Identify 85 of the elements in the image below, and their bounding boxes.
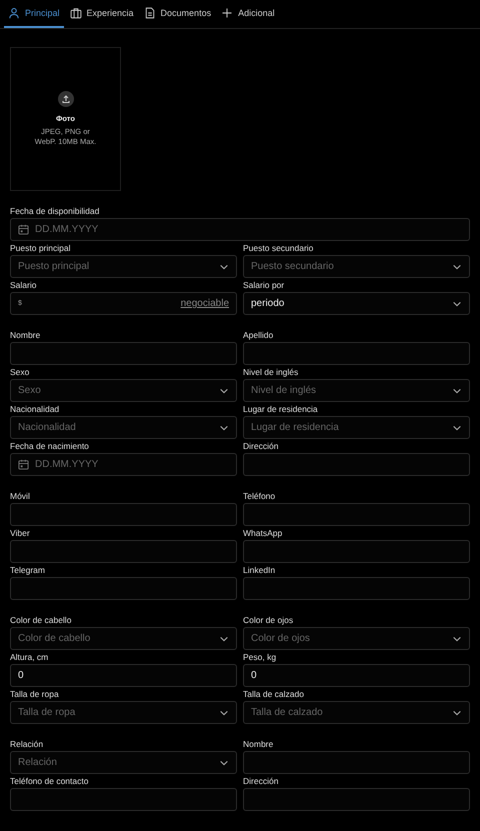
field-label: LinkedIn bbox=[243, 564, 276, 577]
field-label: Dirección bbox=[243, 440, 280, 453]
input-field[interactable] bbox=[243, 540, 470, 563]
field-label: Nacionalidad bbox=[10, 403, 60, 416]
field-label: WhatsApp bbox=[243, 527, 284, 540]
field-label: Viber bbox=[10, 527, 31, 540]
field-label: Nivel de inglés bbox=[243, 366, 300, 379]
field-label: Teléfono bbox=[243, 490, 276, 503]
tab[interactable]: Documentos bbox=[140, 0, 216, 28]
placeholder: Talla de ropa bbox=[18, 707, 76, 718]
select-field[interactable]: Relación bbox=[10, 751, 237, 774]
briefcase-icon bbox=[70, 7, 82, 19]
select-field[interactable]: Nacionalidad bbox=[10, 416, 237, 439]
input-field[interactable] bbox=[243, 751, 470, 774]
field-label: Peso, kg bbox=[243, 651, 278, 664]
field-label: Puesto principal bbox=[10, 242, 72, 255]
field-label: Color de ojos bbox=[243, 614, 294, 627]
select-field[interactable]: Color de ojos bbox=[243, 627, 470, 650]
select-field[interactable]: Nivel de inglés bbox=[243, 379, 470, 402]
field-label: Sexo bbox=[10, 366, 30, 379]
placeholder: Puesto principal bbox=[18, 261, 90, 272]
select-field[interactable]: Talla de ropa bbox=[10, 701, 237, 724]
placeholder: Color de ojos bbox=[251, 633, 311, 644]
select-field[interactable]: Color de cabello bbox=[10, 627, 237, 650]
input-field[interactable] bbox=[243, 577, 470, 600]
field-label: Telegram bbox=[10, 564, 46, 577]
document-icon bbox=[144, 7, 156, 19]
input-field[interactable] bbox=[10, 503, 237, 526]
field-value: periodo bbox=[251, 298, 286, 309]
select-field[interactable]: Lugar de residencia bbox=[243, 416, 470, 439]
field-label: Salario bbox=[10, 279, 38, 292]
field-label: Dirección bbox=[243, 775, 280, 788]
select-field[interactable]: periodo bbox=[243, 292, 470, 315]
calendar-icon bbox=[18, 224, 29, 235]
input-field[interactable] bbox=[243, 453, 470, 476]
date-field[interactable]: DD.MM.YYYY bbox=[10, 453, 237, 476]
input-field[interactable] bbox=[10, 342, 237, 365]
field-value: 0 bbox=[251, 670, 258, 681]
placeholder: Lugar de residencia bbox=[251, 422, 340, 433]
field-label: Nombre bbox=[243, 738, 274, 751]
tab[interactable]: Experiencia bbox=[66, 0, 138, 28]
select-field[interactable]: Puesto principal bbox=[10, 255, 237, 278]
calendar-icon bbox=[18, 459, 29, 470]
field-label: Nombre bbox=[10, 329, 42, 342]
plus-icon bbox=[221, 7, 234, 19]
tab[interactable]: Principal bbox=[4, 0, 64, 28]
select-field[interactable]: Sexo bbox=[10, 379, 237, 402]
negotiable-link[interactable]: negociable bbox=[180, 298, 229, 309]
placeholder: Color de cabello bbox=[18, 633, 92, 644]
select-field[interactable]: Puesto secundario bbox=[243, 255, 470, 278]
input-field[interactable] bbox=[10, 540, 237, 563]
field-label: Talla de ropa bbox=[10, 688, 60, 701]
field-label: Lugar de residencia bbox=[243, 403, 319, 416]
placeholder: Sexo bbox=[18, 385, 42, 396]
tab[interactable]: Adicional bbox=[217, 0, 279, 28]
placeholder: Nivel de inglés bbox=[251, 385, 318, 396]
field-label: Color de cabello bbox=[10, 614, 72, 627]
input-field[interactable] bbox=[243, 503, 470, 526]
input-field[interactable]: 0 bbox=[243, 664, 470, 687]
field-label: Salario por bbox=[243, 279, 286, 292]
placeholder: Puesto secundario bbox=[251, 261, 335, 272]
input-field[interactable] bbox=[243, 788, 470, 811]
date-field[interactable]: DD.MM.YYYY bbox=[10, 218, 470, 241]
field-label: Altura, cm bbox=[10, 651, 50, 664]
placeholder: DD.MM.YYYY bbox=[35, 224, 100, 235]
field-label: Fecha de disponibilidad bbox=[10, 205, 100, 218]
upload-icon bbox=[58, 90, 74, 106]
field-label: Relación bbox=[10, 738, 44, 751]
field-label: Fecha de nacimiento bbox=[10, 440, 90, 453]
person-icon bbox=[8, 7, 20, 19]
field-value: 0 bbox=[18, 670, 25, 681]
input-field[interactable] bbox=[10, 577, 237, 600]
placeholder: DD.MM.YYYY bbox=[35, 459, 100, 470]
placeholder: Relación bbox=[18, 757, 58, 768]
placeholder: Talla de calzado bbox=[251, 707, 324, 718]
select-field[interactable]: Talla de calzado bbox=[243, 701, 470, 724]
input-field[interactable]: 0 bbox=[10, 664, 237, 687]
placeholder: Nacionalidad bbox=[18, 422, 77, 433]
field-label: Talla de calzado bbox=[243, 688, 305, 701]
input-field[interactable] bbox=[243, 342, 470, 365]
field-label: Apellido bbox=[243, 329, 274, 342]
field-label: Móvil bbox=[10, 490, 31, 503]
field-label: Teléfono de contacto bbox=[10, 775, 90, 788]
field-label: Puesto secundario bbox=[243, 242, 314, 255]
input-field[interactable] bbox=[10, 788, 237, 811]
